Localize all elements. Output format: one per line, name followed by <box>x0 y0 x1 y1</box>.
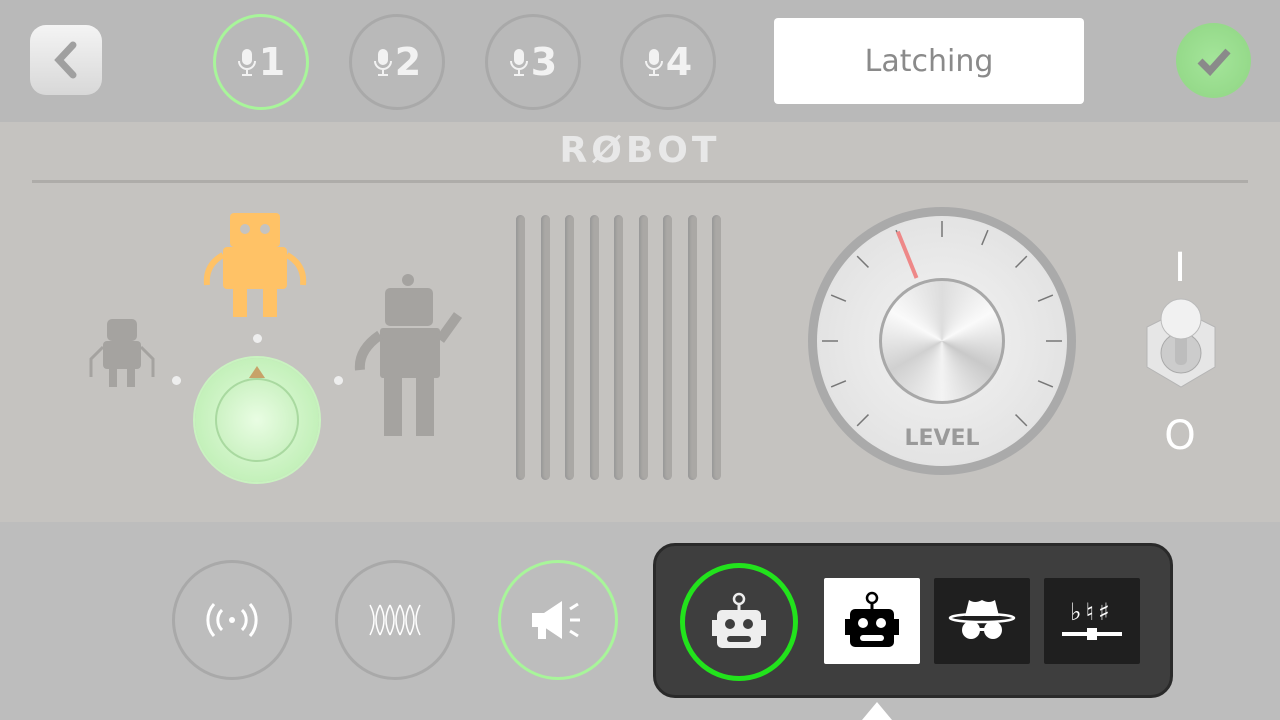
speaker-grille <box>712 215 721 480</box>
robot-small-icon[interactable] <box>85 315 160 390</box>
mic-2-button[interactable]: 2 <box>349 14 445 110</box>
position-dot <box>253 334 262 343</box>
back-button[interactable] <box>30 25 102 95</box>
level-dial[interactable]: LEVEL <box>808 207 1076 475</box>
robot-icon <box>845 591 899 647</box>
spy-icon <box>948 600 1016 639</box>
robot-active-icon[interactable] <box>195 205 315 325</box>
toggle-switch[interactable] <box>1145 295 1217 395</box>
effect-title: RØBOT <box>559 130 721 171</box>
mic-4-button[interactable]: 4 <box>620 14 716 110</box>
speaker-grille <box>639 215 648 480</box>
mic-label: 4 <box>665 40 693 84</box>
speaker-grille <box>516 215 525 480</box>
robot-icon <box>712 592 766 648</box>
microphone-icon <box>644 49 663 76</box>
divider <box>32 180 1248 183</box>
preset-pitch-tile[interactable]: ♭♮♯ <box>1044 578 1140 664</box>
dial-label: LEVEL <box>904 426 980 451</box>
mic-label: 1 <box>258 40 286 84</box>
mic-1-button[interactable]: 1 <box>213 14 309 110</box>
speaker-grille <box>663 215 672 480</box>
level-knob[interactable] <box>879 278 1005 404</box>
chevron-left-icon <box>54 41 77 79</box>
effect-mesh-button[interactable] <box>335 560 455 680</box>
megaphone-icon <box>532 601 580 639</box>
robot-large-icon[interactable] <box>350 270 470 440</box>
mode-label: Latching <box>864 43 994 79</box>
speaker-grille <box>590 215 599 480</box>
pitch-accidentals-label: ♭♮♯ <box>1070 597 1114 626</box>
preset-spy-tile[interactable] <box>934 578 1030 664</box>
mic-label: 3 <box>530 40 558 84</box>
radio-waves-icon <box>206 603 258 637</box>
preset-robot-tile[interactable] <box>824 578 920 664</box>
microphone-icon <box>509 49 528 76</box>
microphone-icon <box>373 49 392 76</box>
current-preset-button[interactable] <box>680 563 798 681</box>
robot-selector-knob[interactable] <box>195 358 319 482</box>
mic-3-button[interactable]: 3 <box>485 14 581 110</box>
speaker-grille <box>614 215 623 480</box>
toggle-off-label: O <box>1164 413 1196 459</box>
mic-label: 2 <box>394 40 422 84</box>
wave-mesh-icon <box>369 604 421 636</box>
checkmark-icon <box>1197 48 1231 76</box>
toggle-on-label: I <box>1174 245 1186 291</box>
speaker-grille <box>541 215 550 480</box>
popup-pointer <box>862 702 892 720</box>
position-dot <box>172 376 181 385</box>
effect-megaphone-button[interactable] <box>498 560 618 680</box>
pitch-slider-icon <box>1062 627 1122 640</box>
speaker-grille <box>688 215 697 480</box>
knob-pointer-icon <box>249 366 265 378</box>
position-dot <box>334 376 343 385</box>
confirm-button[interactable] <box>1176 23 1251 98</box>
microphone-icon <box>237 49 256 76</box>
mode-select[interactable]: Latching <box>774 18 1084 104</box>
speaker-grille <box>565 215 574 480</box>
effect-radio-button[interactable] <box>172 560 292 680</box>
